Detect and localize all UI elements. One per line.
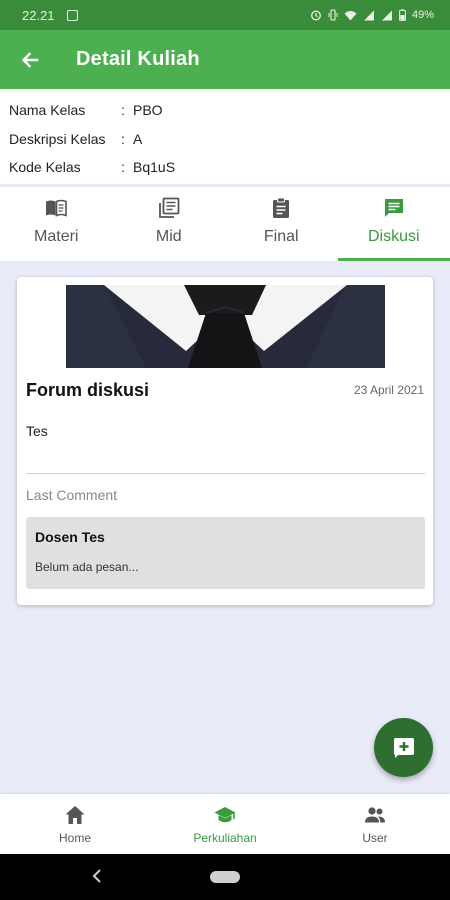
tab-final[interactable]: Final <box>225 187 338 261</box>
battery-icon <box>399 9 406 21</box>
home-pill[interactable] <box>210 871 240 883</box>
nav-label: Home <box>58 831 91 845</box>
arrow-back-icon <box>21 51 39 68</box>
forum-image <box>66 285 385 368</box>
back-button[interactable] <box>0 30 60 89</box>
info-label: Deskripsi Kelas <box>9 130 106 147</box>
nav-label: User <box>362 831 388 845</box>
nav-label: Perkuliahan <box>193 831 257 845</box>
nav-home[interactable]: Home <box>0 794 150 854</box>
info-row-deskripsi-kelas: Deskripsi Kelas : A <box>9 125 450 154</box>
last-comment-label: Last Comment <box>26 487 118 503</box>
book-open-icon <box>46 199 68 217</box>
alarm-icon <box>311 10 321 21</box>
tab-label: Final <box>263 228 299 245</box>
home-icon <box>65 806 85 824</box>
people-icon <box>365 807 385 823</box>
tab-diskusi[interactable]: Diskusi <box>337 187 450 261</box>
tab-label: Diskusi <box>367 228 420 245</box>
tab-label: Mid <box>155 228 182 245</box>
forum-date: 23 April 2021 <box>353 383 424 397</box>
nav-perkuliahan[interactable]: Perkuliahan <box>150 794 300 854</box>
wifi-icon <box>344 10 357 20</box>
forum-card[interactable]: Forum diskusi 23 April 2021 Tes Last Com… <box>17 277 433 605</box>
info-value: PBO <box>133 102 163 119</box>
gallery-notification-icon <box>66 9 78 21</box>
vibrate-icon <box>328 9 338 21</box>
tab-bar: Materi Mid Final Diskusi <box>0 187 450 261</box>
app-bar: Detail Kuliah <box>0 30 450 89</box>
tab-materi[interactable]: Materi <box>0 187 113 261</box>
info-separator: : <box>121 102 125 119</box>
school-icon <box>214 807 236 823</box>
add-box-icon <box>393 737 414 758</box>
bottom-navigation: Home Perkuliahan User <box>0 794 450 854</box>
add-discussion-button[interactable] <box>374 718 433 777</box>
library-books-icon <box>158 197 180 218</box>
signal-icon-2 <box>381 10 392 20</box>
nav-user[interactable]: User <box>300 794 450 854</box>
info-separator: : <box>121 130 125 147</box>
status-bar: 22.21 49% <box>0 0 450 30</box>
class-info-panel: Nama Kelas : PBO Deskripsi Kelas : A Kod… <box>0 89 450 184</box>
page-title: Detail Kuliah <box>76 48 200 70</box>
info-value: Bq1uS <box>133 159 176 176</box>
comment-author: Dosen Tes <box>35 529 105 545</box>
forum-title: Forum diskusi <box>26 380 150 400</box>
tab-mid[interactable]: Mid <box>113 187 226 261</box>
last-comment-box: Dosen Tes Belum ada pesan... <box>26 517 425 589</box>
info-row-nama-kelas: Nama Kelas : PBO <box>9 96 450 125</box>
divider <box>26 473 425 474</box>
info-label: Nama Kelas <box>9 102 86 119</box>
info-value: A <box>133 130 143 147</box>
assignment-icon <box>273 197 290 218</box>
system-navigation-bar <box>0 854 450 900</box>
system-back-icon[interactable] <box>90 868 104 884</box>
tab-label: Materi <box>34 228 79 245</box>
info-separator: : <box>121 159 125 176</box>
signal-icon <box>363 10 374 20</box>
comment-message: Belum ada pesan... <box>35 560 139 574</box>
info-label: Kode Kelas <box>9 159 81 176</box>
battery-percent: 49% <box>411 9 434 21</box>
forum-body: Tes <box>26 423 48 439</box>
info-row-kode-kelas: Kode Kelas : Bq1uS <box>9 153 450 182</box>
status-time: 22.21 <box>22 7 55 23</box>
chat-icon <box>384 199 403 217</box>
